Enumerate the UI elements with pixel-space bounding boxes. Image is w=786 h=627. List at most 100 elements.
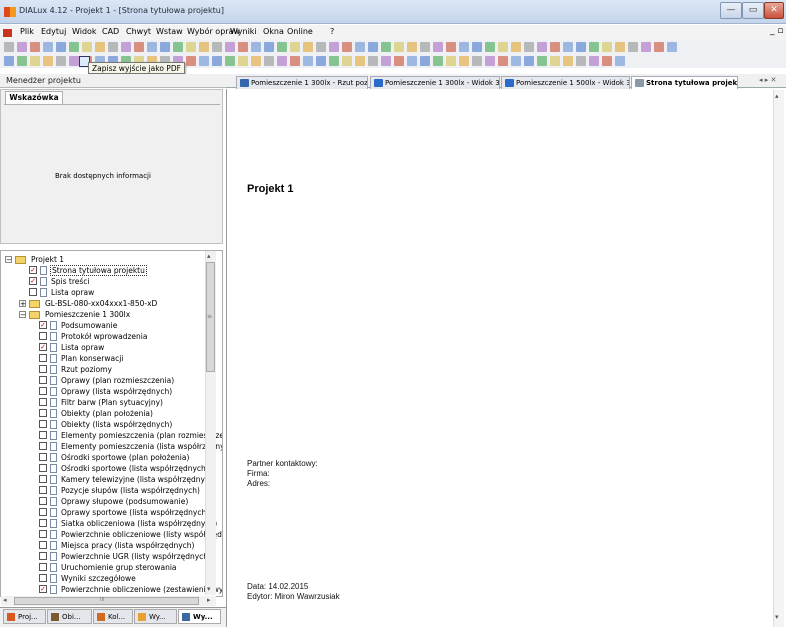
toolbar-tool-icon[interactable] — [368, 56, 378, 66]
toolbar-tool-icon[interactable] — [472, 42, 482, 52]
toolbar-tool-icon[interactable] — [30, 56, 40, 66]
toolbar-tool-icon[interactable] — [108, 42, 118, 52]
toolbar-tool-icon[interactable] — [173, 42, 183, 52]
toolbar-tool-icon[interactable] — [537, 56, 547, 66]
checkbox[interactable] — [39, 398, 47, 406]
toolbar-tool-icon[interactable] — [498, 56, 508, 66]
toolbar-tool-icon[interactable] — [563, 56, 573, 66]
toolbar-tool-icon[interactable] — [511, 42, 521, 52]
toolbar-tool-icon[interactable] — [264, 56, 274, 66]
close-button[interactable]: ✕ — [764, 2, 784, 19]
toolbar-tool-icon[interactable] — [355, 42, 365, 52]
checkbox[interactable] — [39, 354, 47, 362]
toolbar-tool-icon[interactable] — [446, 42, 456, 52]
toolbar-tool-icon[interactable] — [186, 56, 196, 66]
toolbar-tool-icon[interactable] — [381, 56, 391, 66]
toolbar-tool-icon[interactable] — [576, 42, 586, 52]
toolbar-tool-icon[interactable] — [95, 42, 105, 52]
checkbox[interactable]: ✓ — [39, 343, 47, 351]
toolbar-tool-icon[interactable] — [238, 42, 248, 52]
toolbar-tool-icon[interactable] — [277, 56, 287, 66]
checkbox[interactable] — [39, 530, 47, 538]
checkbox[interactable]: ✓ — [39, 321, 47, 329]
checkbox[interactable] — [39, 332, 47, 340]
checkbox[interactable] — [39, 563, 47, 571]
menu-item[interactable]: Wyniki — [230, 27, 257, 36]
toolbar-tool-icon[interactable] — [134, 42, 144, 52]
scroll-down-arrow-icon[interactable]: ▾ — [207, 585, 211, 593]
toolbar-tool-icon[interactable] — [43, 42, 53, 52]
toolbar-tool-icon[interactable] — [407, 42, 417, 52]
toolbar-tool-icon[interactable] — [303, 56, 313, 66]
menu-item[interactable]: CAD — [102, 27, 119, 36]
toolbar-tool-icon[interactable] — [355, 56, 365, 66]
toolbar-tool-icon[interactable] — [69, 56, 79, 66]
menu-item[interactable]: Edytuj — [41, 27, 66, 36]
toolbar-tool-icon[interactable] — [147, 42, 157, 52]
toolbar-tool-icon[interactable] — [394, 42, 404, 52]
checkbox[interactable] — [39, 376, 47, 384]
menu-item[interactable]: Plik — [20, 27, 34, 36]
tab-hint[interactable]: Wskazówka — [5, 91, 63, 104]
tree-hscroll-thumb[interactable] — [14, 597, 199, 605]
tab-document[interactable]: Pomieszczenie 1 300lx - Widok 3D — [370, 76, 500, 89]
toolbar-tool-icon[interactable] — [433, 42, 443, 52]
toolbar-tool-icon[interactable] — [524, 42, 534, 52]
tab-navigation[interactable]: ◂ ▸ ✕ — [759, 76, 776, 84]
toolbar-tool-icon[interactable] — [485, 56, 495, 66]
toolbar-tool-icon[interactable] — [654, 42, 664, 52]
toolbar-tool-icon[interactable] — [56, 56, 66, 66]
toolbar-tool-icon[interactable] — [537, 42, 547, 52]
scroll-right-arrow-icon[interactable]: ▸ — [207, 596, 211, 604]
toolbar-tool-icon[interactable] — [199, 42, 209, 52]
scroll-left-arrow-icon[interactable]: ◂ — [3, 596, 7, 604]
toolbar-tool-icon[interactable] — [420, 42, 430, 52]
toolbar-tool-icon[interactable] — [251, 42, 261, 52]
bottom-tab[interactable]: Wy... — [178, 609, 221, 624]
toolbar-tool-icon[interactable] — [342, 56, 352, 66]
tab-document[interactable]: Pomieszczenie 1 500lx - Widok 3D — [501, 76, 630, 89]
toolbar-tool-icon[interactable] — [17, 56, 27, 66]
toolbar-tool-icon[interactable] — [121, 42, 131, 52]
checkbox[interactable] — [39, 552, 47, 560]
toolbar-tool-icon[interactable] — [329, 56, 339, 66]
toolbar-tool-icon[interactable] — [459, 42, 469, 52]
toolbar-tool-icon[interactable] — [290, 56, 300, 66]
menu-item[interactable]: Widok — [72, 27, 97, 36]
toolbar-tool-icon[interactable] — [589, 42, 599, 52]
bottom-tab[interactable]: Obi... — [47, 609, 92, 624]
checkbox[interactable] — [39, 574, 47, 582]
menu-item[interactable]: Online — [287, 27, 313, 36]
bottom-tab[interactable]: Wy... — [134, 609, 177, 624]
checkbox[interactable]: ✓ — [29, 266, 37, 274]
toolbar-tool-icon[interactable] — [615, 42, 625, 52]
menu-item[interactable]: ? — [330, 27, 334, 36]
toolbar-tool-icon[interactable] — [589, 56, 599, 66]
toolbar-tool-icon[interactable] — [277, 42, 287, 52]
toolbar-tool-icon[interactable] — [17, 42, 27, 52]
doc-scroll-up-icon[interactable]: ▴ — [775, 92, 779, 100]
toolbar-tool-icon[interactable] — [212, 56, 222, 66]
toolbar-tool-icon[interactable] — [251, 56, 261, 66]
toolbar-tool-icon[interactable] — [550, 56, 560, 66]
toolbar-tool-icon[interactable] — [329, 42, 339, 52]
tab-document[interactable]: Strona tytułowa projektu — [631, 76, 738, 90]
expand-icon[interactable]: + — [19, 300, 26, 308]
menu-item[interactable]: Chwyt — [126, 27, 151, 36]
toolbar-tool-icon[interactable] — [524, 56, 534, 66]
toolbar-tool-icon[interactable] — [316, 42, 326, 52]
checkbox[interactable] — [39, 541, 47, 549]
checkbox[interactable] — [39, 508, 47, 516]
scroll-up-arrow-icon[interactable]: ▴ — [207, 252, 211, 260]
toolbar-tool-icon[interactable] — [368, 42, 378, 52]
toolbar-tool-icon[interactable] — [459, 56, 469, 66]
bottom-tab[interactable]: Proj... — [3, 609, 46, 624]
checkbox[interactable] — [39, 442, 47, 450]
toolbar-tool-icon[interactable] — [420, 56, 430, 66]
toolbar-tool-icon[interactable] — [433, 56, 443, 66]
toolbar-tool-icon[interactable] — [472, 56, 482, 66]
toolbar-tool-icon[interactable] — [342, 42, 352, 52]
checkbox[interactable] — [39, 486, 47, 494]
document-menu-icon[interactable] — [3, 29, 12, 37]
tab-document[interactable]: Pomieszczenie 1 300lx - Rzut pozi... — [236, 76, 368, 89]
